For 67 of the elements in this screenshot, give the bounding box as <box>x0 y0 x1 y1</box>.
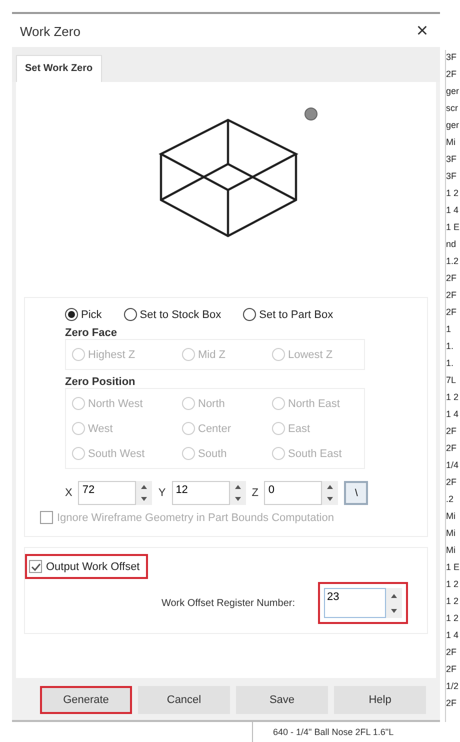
list-text: Mi <box>446 136 456 149</box>
list-text: 1 2 <box>446 391 460 404</box>
list-text: 1 2 <box>446 595 460 608</box>
list-text: 2F <box>446 68 458 81</box>
list-text: Mi <box>446 544 456 557</box>
tab[interactable]: Set Work Zero <box>16 55 102 82</box>
list-text: 2F <box>446 272 458 285</box>
list-text: 1/4 <box>446 459 460 472</box>
checkbox[interactable]: Output Work Offset <box>27 556 146 577</box>
list-text: 2F <box>446 289 458 302</box>
list-text: ger <box>446 119 460 132</box>
caret-down-icon[interactable] <box>234 497 241 501</box>
group-label: Zero Position <box>65 376 136 388</box>
list-text: 1 2 <box>446 612 460 625</box>
list-text: Mi <box>446 527 456 540</box>
checkmark-icon <box>30 562 40 572</box>
list-text: 2F <box>446 697 458 710</box>
list-text: 2F <box>446 663 458 676</box>
list-text: 3F <box>446 153 458 166</box>
dialog-button[interactable]: Generate <box>40 686 132 714</box>
caret-down-icon[interactable] <box>141 497 148 501</box>
caret-up-icon[interactable] <box>234 485 241 489</box>
list-text: 1 E <box>446 221 460 234</box>
list-text: 1 4 <box>446 629 460 642</box>
list-text: .2 <box>446 493 455 506</box>
list-text: 2F <box>446 646 458 659</box>
dialog-button[interactable]: Cancel <box>138 686 230 714</box>
list-text: 1 <box>446 323 452 336</box>
caret-up-icon[interactable] <box>141 485 148 489</box>
list-text: 1 4 <box>446 408 460 421</box>
window-title: Work Zero <box>20 24 80 39</box>
dialog-button[interactable]: Help <box>334 686 426 714</box>
list-text: 1 4 <box>446 204 460 217</box>
caret-up-icon[interactable] <box>327 485 334 489</box>
list-text: 1 2 <box>446 578 460 591</box>
radio-option[interactable]: Set to Stock Box <box>124 308 222 321</box>
caret-down-icon[interactable] <box>391 608 397 612</box>
list-text: 3F <box>446 51 458 64</box>
list-text: 1. <box>446 357 455 370</box>
list-text: 2F <box>446 425 458 438</box>
list-text: Mi <box>446 510 456 523</box>
list-text: scr <box>446 102 459 115</box>
list-text: 1 E <box>446 561 460 574</box>
list-item: 640 - 1/4" Ball Nose 2FL 1.6"L <box>273 727 394 737</box>
axis-label: Y <box>158 487 166 499</box>
list-text: 1/2 <box>446 680 460 693</box>
list-text: 1 2 <box>446 187 460 200</box>
axis-label: X <box>65 487 72 499</box>
list-text: nd <box>446 238 458 251</box>
axis-label: Z <box>252 487 258 499</box>
field-label: Work Offset Register Number: <box>161 598 295 608</box>
radio-option[interactable]: Pick <box>65 308 102 321</box>
pick-button[interactable]: \ <box>344 481 368 505</box>
dialog-button[interactable]: Save <box>236 686 328 714</box>
list-text: 2F <box>446 476 458 489</box>
list-text: 2F <box>446 442 458 455</box>
list-text: 3F <box>446 170 458 183</box>
list-text: ger <box>446 85 460 98</box>
caret-up-icon[interactable] <box>391 594 397 598</box>
list-text: 1. <box>446 340 455 353</box>
list-text: 1.2 <box>446 255 460 268</box>
caret-down-icon[interactable] <box>327 497 334 501</box>
list-text: 2F <box>446 306 458 319</box>
group-label: Zero Face <box>65 327 118 339</box>
radio-option[interactable]: Set to Part Box <box>243 308 334 321</box>
close-button[interactable]: × <box>412 20 432 43</box>
list-text: 7L <box>446 374 458 387</box>
